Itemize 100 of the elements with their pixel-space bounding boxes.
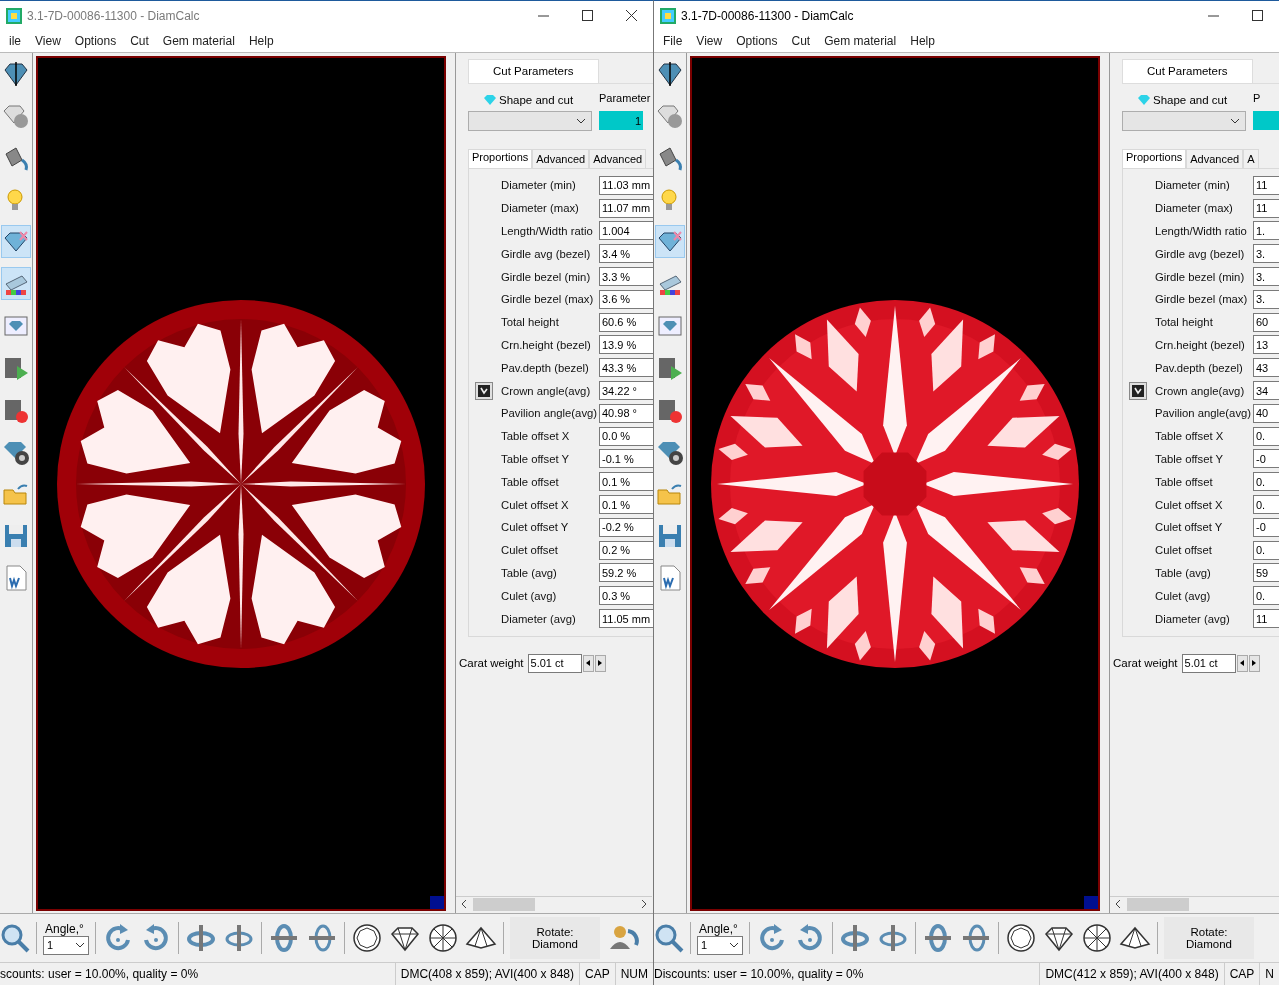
parameter-label: Total height [1155,316,1214,329]
search-icon[interactable] [0,923,30,953]
tab[interactable]: Cut Parameters [1122,59,1253,83]
parameter-field[interactable]: 0. [1253,472,1279,492]
parameter-field[interactable]: 43.3 % [599,358,653,378]
rotate-mode-panel[interactable]: Rotate: Diamond [510,917,600,959]
tab[interactable]: Advanced [532,149,590,168]
right-arrow-icon [1252,660,1257,667]
menu-item[interactable]: ile [2,34,28,48]
field-label: Shape and cut [499,94,574,106]
menu-item[interactable]: Help [241,34,281,48]
parameter-field[interactable]: -0.1 % [599,449,653,469]
parameter-field[interactable]: 11.05 mm [599,609,653,629]
parameter-label: Culet offset X [501,498,570,511]
tab[interactable]: Proportions [468,149,533,168]
parameter-field[interactable]: 3. [1253,244,1279,264]
parameter-field[interactable]: 13 [1253,335,1279,355]
parameter-field[interactable]: -0.2 % [599,517,653,537]
maximize-icon[interactable] [581,10,593,21]
parameter-field[interactable]: 3. [1253,267,1279,287]
close-icon[interactable] [625,10,637,21]
parameter-field[interactable]: 3.4 % [599,244,653,264]
menu-item[interactable]: Help [903,34,942,48]
parameter-field[interactable]: 59 [1253,563,1279,583]
flip-down-icon[interactable] [268,922,300,954]
parameter-field[interactable]: 11 [1253,609,1279,629]
parameter-field[interactable]: 3.3 % [599,267,653,287]
scrollbar-thumb[interactable] [1127,897,1189,911]
parameter-field[interactable]: 0.2 % [599,540,653,560]
diamond-bottom-view-icon[interactable] [1081,922,1113,954]
parameter-field[interactable]: 0. [1253,540,1279,560]
menu-item[interactable]: Cut [123,34,156,48]
caret-icon [1230,118,1240,124]
spin-left-icon[interactable] [185,922,217,954]
parameter-field[interactable]: 0.3 % [599,586,653,606]
carat-field[interactable]: 5.01 ct [527,653,582,673]
parameter-field[interactable]: 0. [1253,426,1279,446]
spin-left-button[interactable] [1236,654,1248,672]
rotate-mode-panel[interactable]: Rotate: Diamond [1164,917,1254,959]
spin-right-button[interactable] [1248,654,1260,672]
parameter-field[interactable]: 0. [1253,495,1279,515]
diamond-top-view-icon[interactable] [351,922,383,954]
spin-right-icon[interactable] [223,922,255,954]
angle-dropdown[interactable]: 1 [43,935,89,955]
diamond-bottom-view-icon[interactable] [427,922,459,954]
menu-item[interactable]: View [689,34,730,48]
parameter-field[interactable]: -0 [1253,449,1279,469]
menu-item[interactable]: Options [67,34,124,48]
flip-up-icon[interactable] [306,922,338,954]
parameter-field[interactable]: -0 [1253,517,1279,537]
menu-item[interactable]: Cut [784,34,818,48]
parameter-field[interactable]: 40 [1253,403,1279,423]
spin-left-button[interactable] [582,654,594,672]
lock-toggle-button[interactable] [475,381,493,400]
horizontal-scrollbar[interactable] [1110,896,1279,911]
search-icon[interactable] [654,923,684,953]
parameter-field[interactable]: 0.1 % [599,472,653,492]
menu-item[interactable]: File [656,34,690,48]
scrollbar-thumb[interactable] [473,897,535,911]
parameter-field[interactable]: 11 [1253,175,1279,195]
parameter-field[interactable]: 59.2 % [599,563,653,583]
flip-down-icon[interactable] [922,922,954,954]
parameter-field[interactable]: 1.004 [599,221,653,241]
flip-up-icon[interactable] [960,922,992,954]
parameter-field[interactable]: 60.6 % [599,312,653,332]
horizontal-scrollbar[interactable] [456,896,652,911]
parameter-field[interactable]: 1. [1253,221,1279,241]
tab[interactable]: Cut Parameters [468,59,599,83]
carat-field[interactable]: 5.01 ct [1181,653,1236,673]
tab[interactable]: A [1243,149,1259,168]
menu-item[interactable]: Gem material [155,34,242,48]
angle-dropdown[interactable]: 1 [697,935,743,955]
parameter-field[interactable]: 34 [1253,381,1279,401]
parameter-field[interactable]: 13.9 % [599,335,653,355]
menu-item[interactable]: Gem material [817,34,904,48]
spin-right-button[interactable] [594,654,606,672]
diamond-top-view-icon[interactable] [1005,922,1037,954]
parameter-field[interactable]: 40.98 ° [599,403,653,423]
tab[interactable]: Proportions [1122,149,1187,168]
parameter-field[interactable]: 60 [1253,312,1279,332]
menu-item[interactable]: Options [729,34,785,48]
parameter-field[interactable]: 3. [1253,289,1279,309]
menu-item[interactable]: View [28,34,68,48]
parameter-field[interactable]: 0.0 % [599,426,653,446]
parameter-field[interactable]: 43 [1253,358,1279,378]
spin-left-icon[interactable] [839,922,871,954]
parameter-field[interactable]: 11.03 mm [599,175,653,195]
parameter-field[interactable]: 11 [1253,198,1279,218]
parameter-field[interactable]: 1 [599,111,643,130]
tab[interactable]: Advanced [589,149,647,168]
parameter-field[interactable]: 0. [1253,586,1279,606]
tab[interactable]: Advanced [1186,149,1244,168]
parameter-field[interactable]: 11.07 mm [599,198,653,218]
lock-toggle-button[interactable] [1129,381,1147,400]
spin-right-icon[interactable] [877,922,909,954]
status-text: CAP [579,963,615,985]
parameter-field[interactable]: 34.22 ° [599,381,653,401]
parameter-field[interactable]: 0.1 % [599,495,653,515]
parameter-field[interactable]: 3.6 % [599,289,653,309]
maximize-icon[interactable] [1251,10,1263,21]
